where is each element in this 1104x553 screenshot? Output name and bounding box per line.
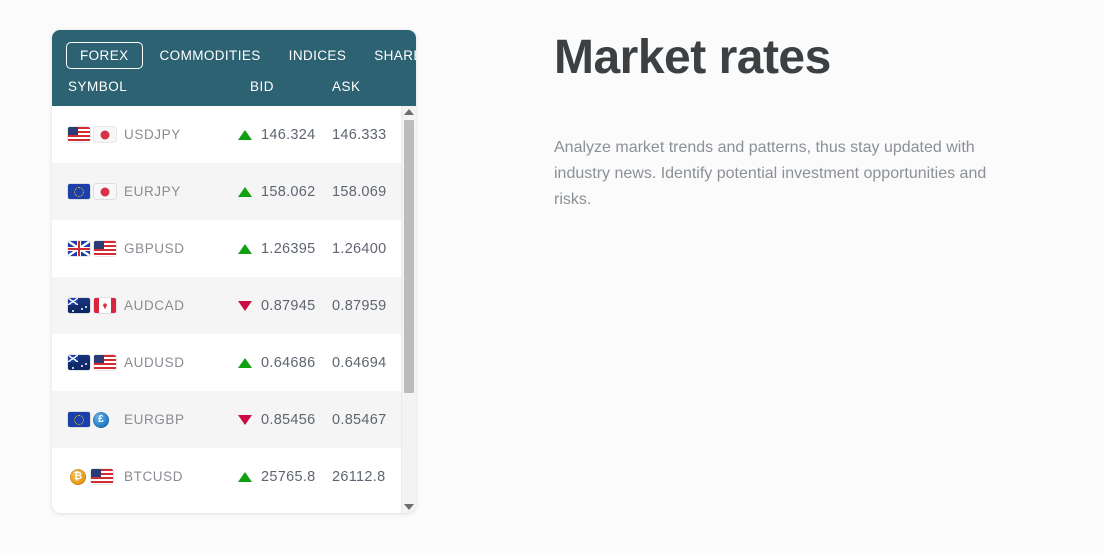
quote-bid-cell: 0.64686 [238, 355, 326, 371]
flag-jp-icon [94, 127, 116, 142]
quote-symbol-cell: USDJPY [68, 127, 238, 142]
tab-shares[interactable]: SHARES [363, 42, 416, 69]
quote-bid-value: 158.062 [261, 183, 316, 200]
quote-bid-value: 0.87945 [261, 297, 316, 314]
quote-row[interactable]: AUDUSD 0.64686 0.64694 [52, 334, 401, 391]
arrow-up-icon [238, 186, 252, 197]
flag-ca-icon [94, 298, 116, 313]
page-root: FOREXCOMMODITIESINDICESSHARES SYMBOL BID… [0, 0, 1104, 553]
quote-symbol-cell: AUDUSD [68, 355, 238, 370]
quote-row[interactable]: AUDCAD 0.87945 0.87959 [52, 277, 401, 334]
flag-au-icon [68, 298, 90, 313]
quote-bid-value: 1.26395 [261, 240, 316, 257]
quote-ask-value: 0.85467 [332, 411, 387, 428]
scroll-up-icon[interactable] [404, 109, 414, 115]
quote-symbol-label: EURGBP [124, 412, 185, 427]
widget-header: FOREXCOMMODITIESINDICESSHARES SYMBOL BID… [52, 30, 416, 106]
quote-symbol-label: AUDCAD [124, 298, 185, 313]
quote-ask-value: 1.26400 [332, 240, 387, 257]
tab-indices[interactable]: INDICES [278, 42, 358, 69]
quote-bid-cell: 146.324 [238, 127, 326, 143]
column-header-ask: ASK [332, 79, 361, 94]
quote-symbol-label: GBPUSD [124, 241, 185, 256]
arrow-up-icon [238, 357, 252, 368]
quote-symbol-cell: GBPUSD [68, 241, 238, 256]
scrollbar-thumb[interactable] [404, 120, 414, 393]
currency-pair-icons [68, 298, 124, 313]
market-quotes-widget: FOREXCOMMODITIESINDICESSHARES SYMBOL BID… [52, 30, 416, 513]
column-header-symbol: SYMBOL [68, 79, 128, 94]
quotes-scrollbar[interactable] [401, 106, 416, 513]
column-header-bid: BID [250, 79, 275, 94]
quote-row[interactable]: EURJPY 158.062 158.069 [52, 163, 401, 220]
arrow-up-icon [238, 243, 252, 254]
flag-gb-icon [68, 241, 90, 256]
currency-pair-icons [68, 241, 124, 256]
tab-forex[interactable]: FOREX [66, 42, 143, 69]
flag-jp-icon [94, 184, 116, 199]
quote-symbol-cell: AUDCAD [68, 298, 238, 313]
quote-bid-cell: 1.26395 [238, 241, 326, 257]
content-column: Market rates Analyze market trends and p… [554, 30, 1024, 213]
column-header-row: SYMBOL BID ASK [52, 73, 416, 106]
quote-symbol-cell: £ EURGBP [68, 411, 238, 428]
quote-symbol-cell: EURJPY [68, 184, 238, 199]
flag-us-icon [68, 127, 90, 142]
quote-ask-value: 26112.8 [332, 468, 386, 485]
currency-pair-icons: ₿ [68, 468, 124, 485]
quote-ask-value: 0.87959 [332, 297, 387, 314]
scroll-down-icon[interactable] [404, 504, 414, 510]
arrow-up-icon [238, 471, 252, 482]
pound-glyph: £ [98, 413, 104, 425]
page-description: Analyze market trends and patterns, thus… [554, 139, 987, 209]
currency-pair-icons: £ [68, 411, 124, 428]
flag-eu-icon [68, 184, 90, 199]
currency-pair-icons [68, 184, 124, 199]
quote-symbol-cell: ₿ BTCUSD [68, 468, 238, 485]
flag-us-icon [94, 355, 116, 370]
arrow-down-icon [238, 414, 252, 425]
asset-class-tabs: FOREXCOMMODITIESINDICESSHARES [52, 30, 416, 73]
quotes-body: USDJPY 146.324 146.333 EURJPY 158.062 158.069… [52, 106, 416, 513]
quotes-list[interactable]: USDJPY 146.324 146.333 EURJPY 158.062 158.069… [52, 106, 401, 513]
quote-bid-cell: 0.85456 [238, 412, 326, 428]
arrow-up-icon [238, 129, 252, 140]
quote-ask-value: 146.333 [332, 126, 387, 143]
quote-bid-cell: 25765.8 [238, 469, 326, 485]
page-title: Market rates [554, 31, 831, 84]
flag-us-icon [94, 241, 116, 256]
quote-symbol-label: AUDUSD [124, 355, 185, 370]
quote-row[interactable]: GBPUSD 1.26395 1.26400 [52, 220, 401, 277]
quote-bid-value: 0.64686 [261, 354, 316, 371]
quote-symbol-label: BTCUSD [124, 469, 184, 484]
quote-bid-value: 0.85456 [261, 411, 316, 428]
currency-pair-icons [68, 127, 124, 142]
quote-bid-cell: 158.062 [238, 184, 326, 200]
quote-ask-value: 0.64694 [332, 354, 387, 371]
quote-row[interactable]: USDJPY 146.324 146.333 [52, 106, 401, 163]
arrow-down-icon [238, 300, 252, 311]
quote-symbol-label: EURJPY [124, 184, 181, 199]
scrollbar-track[interactable] [404, 120, 414, 499]
coin-btc-icon: ₿ [70, 468, 86, 485]
quote-ask-value: 158.069 [332, 183, 387, 200]
tab-commodities[interactable]: COMMODITIES [149, 42, 272, 69]
quote-bid-cell: 0.87945 [238, 298, 326, 314]
flag-eu-icon [68, 412, 90, 427]
currency-pair-icons [68, 355, 124, 370]
quote-bid-value: 25765.8 [261, 468, 316, 485]
quote-row[interactable]: ₿ BTCUSD 25765.8 26112.8 [52, 448, 401, 505]
coin-gbp-icon: £ [93, 411, 109, 428]
quote-bid-value: 146.324 [261, 126, 316, 143]
flag-au-icon [68, 355, 90, 370]
quote-symbol-label: USDJPY [124, 127, 181, 142]
bitcoin-glyph: ₿ [73, 470, 83, 482]
quote-row[interactable]: £ EURGBP 0.85456 0.85467 [52, 391, 401, 448]
flag-us-icon [91, 469, 113, 484]
